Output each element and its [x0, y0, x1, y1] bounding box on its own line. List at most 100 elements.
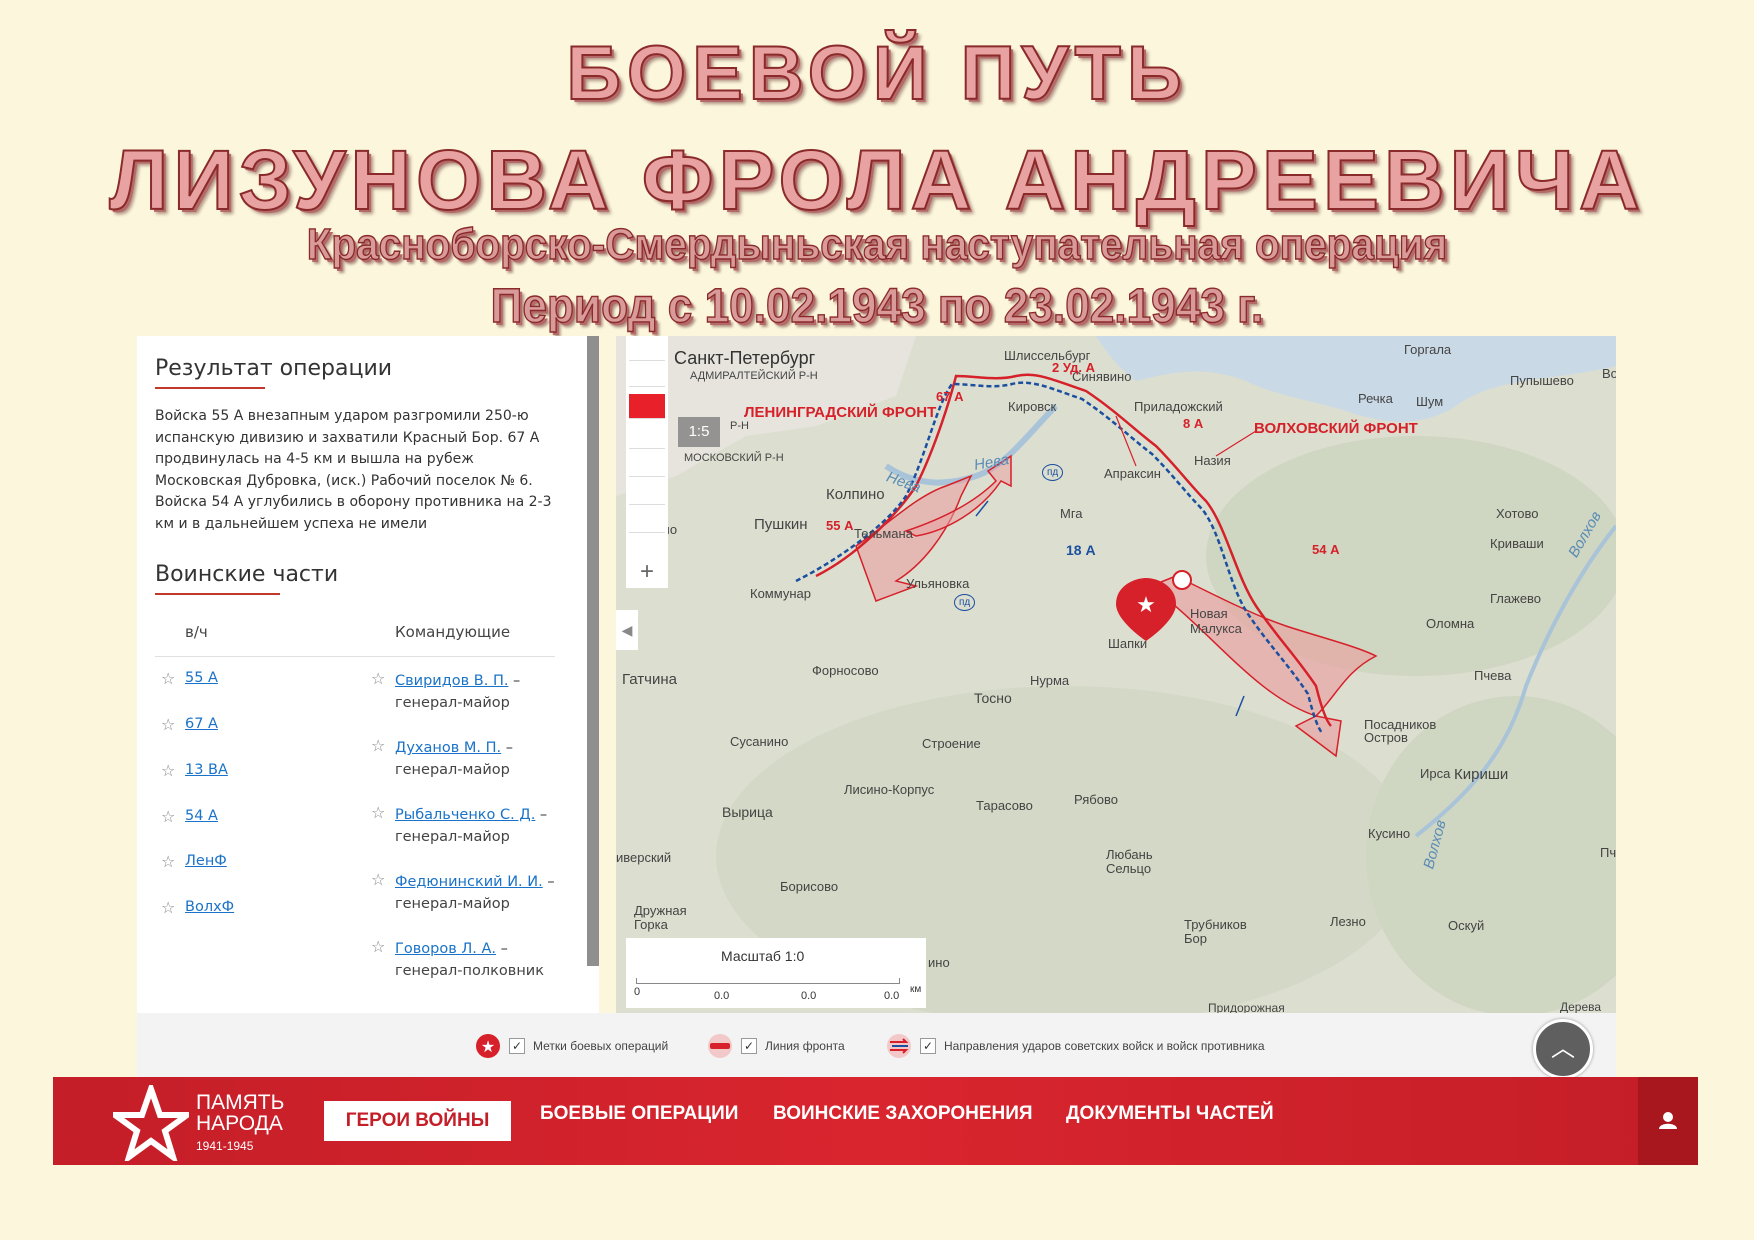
place-label: Глажево: [1490, 591, 1542, 606]
army-label: 2 Уд. А: [1052, 360, 1095, 375]
favorite-star-icon[interactable]: ☆: [161, 852, 175, 871]
place-label: Дружная Горка: [634, 903, 687, 932]
place-label: Форносово: [812, 663, 879, 678]
place-label: Посадников Остров: [1364, 717, 1437, 745]
commander-link[interactable]: Говоров Л. А.: [395, 941, 496, 957]
place-label: Вырица: [722, 804, 773, 820]
units-title-text: Воинские части: [155, 562, 339, 587]
army-label: 8 А: [1183, 416, 1204, 431]
nav-unit-documents[interactable]: ДОКУМЕНТЫ ЧАСТЕЙ: [1066, 1103, 1274, 1125]
commander-link[interactable]: Рыбальченко С. Д.: [395, 807, 535, 823]
zoom-in-button[interactable]: +: [626, 558, 668, 588]
user-account-button[interactable]: [1638, 1077, 1698, 1165]
logo-text[interactable]: ПАМЯТЬ НАРОДА: [196, 1092, 284, 1134]
scale-box: Масштаб 1:0 0 0.0 0.0 0.0 км: [626, 938, 926, 1008]
place-label: Гатчина: [622, 671, 677, 688]
operation-map[interactable]: ★ Санкт-Петербург АДМИРАЛТЕЙСКИЙ Р-Н Р-Н…: [616, 336, 1616, 1013]
nav-battle-operations[interactable]: БОЕВЫЕ ОПЕРАЦИИ: [540, 1103, 738, 1125]
place-label: Любань Сельцо: [1106, 847, 1153, 876]
logo-line-1: ПАМЯТЬ: [196, 1091, 285, 1114]
place-label: Коммунар: [750, 586, 811, 601]
map-tool-button[interactable]: [629, 336, 665, 361]
nav-heroes-of-war[interactable]: ГЕРОИ ВОЙНЫ: [324, 1101, 511, 1141]
place-label: Шум: [1416, 394, 1444, 409]
place-label: Ульяновка: [906, 576, 970, 591]
operation-name: Красноборско-Смердыньская наступательная…: [306, 219, 1448, 269]
operation-period: Период с 10.02.1943 по 23.02.1943 г.: [490, 279, 1264, 333]
place-label: Тельмана: [854, 526, 913, 541]
result-section-title: Результат операции: [155, 356, 392, 389]
place-label: Шапки: [1108, 636, 1148, 651]
scale-tick: 0: [634, 986, 641, 998]
place-label: Лезно: [1330, 914, 1366, 929]
scale-title: Масштаб 1:0: [721, 948, 805, 964]
legend-checkbox[interactable]: ✓: [920, 1038, 936, 1054]
favorite-star-icon[interactable]: ☆: [161, 761, 175, 780]
place-label: Пчева: [1474, 668, 1512, 683]
map-tool-button[interactable]: [629, 362, 665, 387]
unit-link[interactable]: 67 А: [185, 716, 218, 732]
favorite-star-icon[interactable]: ☆: [371, 803, 385, 822]
scale-tick: 0.0: [714, 990, 730, 1002]
unit-link[interactable]: 13 ВА: [185, 762, 228, 778]
collapse-panel-button[interactable]: ◀: [616, 610, 638, 650]
commander-rank: генерал-майор: [395, 762, 510, 778]
place-label: Колпино: [826, 486, 885, 503]
favorite-star-icon[interactable]: ☆: [371, 669, 385, 688]
front-line-icon: [708, 1034, 732, 1058]
site-navigation: ПАМЯТЬ НАРОДА 1941-1945 ГЕРОИ ВОЙНЫ БОЕВ…: [53, 1077, 1698, 1165]
target-icon: [1172, 570, 1192, 590]
place-label: Трубников Бор: [1184, 917, 1247, 946]
legend-checkbox[interactable]: ✓: [741, 1038, 757, 1054]
place-label: АДМИРАЛТЕЙСКИЙ Р-Н: [690, 370, 818, 382]
header-divider: [155, 656, 555, 657]
place-label: Ирса: [1420, 766, 1451, 781]
map-tool-button[interactable]: [629, 480, 665, 505]
logo-line-2: НАРОДА: [196, 1112, 283, 1135]
unit-link[interactable]: ВолхФ: [185, 899, 234, 915]
unit-link[interactable]: 55 А: [185, 670, 218, 686]
front-label: ВОЛХОВСКИЙ ФРОНТ: [1254, 420, 1418, 437]
panel-scrollbar[interactable]: [587, 336, 599, 966]
place-label: Кириши: [1454, 766, 1509, 783]
legend-operation-marks: ★ ✓ Метки боевых операций: [475, 1031, 668, 1061]
favorite-star-icon[interactable]: ☆: [161, 669, 175, 688]
nav-military-burials[interactable]: ВОИНСКИЕ ЗАХОРОНЕНИЯ: [773, 1103, 1033, 1125]
favorite-star-icon[interactable]: ☆: [371, 736, 385, 755]
favorite-star-icon[interactable]: ☆: [371, 870, 385, 889]
unit-link[interactable]: ЛенФ: [185, 853, 227, 869]
favorite-star-icon[interactable]: ☆: [371, 937, 385, 956]
favorite-star-icon[interactable]: ☆: [161, 715, 175, 734]
favorite-star-icon[interactable]: ☆: [161, 807, 175, 826]
legend-label: Направления ударов советских войск и вой…: [944, 1039, 1265, 1053]
legend-checkbox[interactable]: ✓: [509, 1038, 525, 1054]
commander-link[interactable]: Федюнинский И. И.: [395, 874, 543, 890]
scroll-to-top-button[interactable]: ︿: [1533, 1019, 1593, 1079]
favorite-star-icon[interactable]: ☆: [161, 898, 175, 917]
map-tool-button[interactable]: [629, 508, 665, 533]
chevron-up-icon: ︿: [1551, 1035, 1575, 1062]
front-label: ЛЕНИНГРАДСКИЙ ФРОНТ: [744, 404, 937, 421]
zoom-level-badge: 1:5: [678, 417, 720, 447]
commander-rank: генерал-полковник: [395, 963, 544, 979]
place-label: Пупышево: [1510, 373, 1574, 388]
map-tool-button[interactable]: [629, 424, 665, 449]
attack-arrows-icon: [887, 1034, 911, 1058]
place-label: Речка: [1358, 391, 1393, 406]
map-graphics: ★: [616, 336, 1616, 1013]
map-tool-button[interactable]: [629, 452, 665, 477]
commander-rank: генерал-майор: [395, 695, 510, 711]
scale-bar: [636, 978, 900, 984]
place-label: Тосно: [974, 690, 1012, 706]
place-label: Мга: [1060, 506, 1083, 521]
commander-link[interactable]: Свиридов В. П.: [395, 673, 508, 689]
map-legend-bar: ★ ✓ Метки боевых операций ✓ Линия фронта…: [137, 1013, 1616, 1079]
logo-star-icon[interactable]: [113, 1085, 189, 1161]
legend-attack-directions: ✓ Направления ударов советских войск и в…: [886, 1031, 1265, 1061]
commander-link[interactable]: Духанов М. П.: [395, 740, 501, 756]
place-label: МОСКОВСКИЙ Р-Н: [684, 452, 784, 464]
map-tool-color-red[interactable]: [629, 394, 665, 419]
column-header-unit: в/ч: [185, 623, 208, 641]
unit-link[interactable]: 54 А: [185, 808, 218, 824]
place-label: Пушкин: [754, 516, 808, 533]
